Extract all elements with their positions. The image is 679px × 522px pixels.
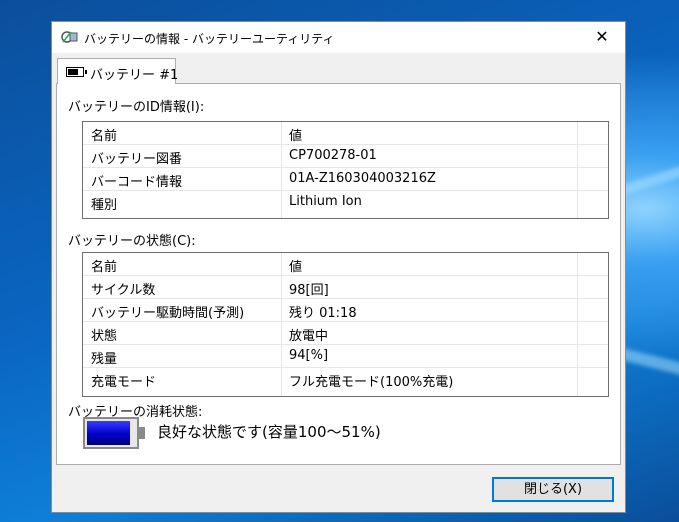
item-value: 残り 01:18 bbox=[289, 306, 357, 321]
item-name: 状態 bbox=[91, 329, 118, 344]
item-value: Lithium Ion bbox=[289, 194, 362, 209]
state-info-list[interactable]: 名前 値 サイクル数 98[回] バッテリー駆動時間(予測) 残り 01:18 … bbox=[82, 252, 609, 397]
item-name: サイクル数 bbox=[91, 283, 156, 298]
battery-info-window: バッテリーの情報 - バッテリーユーティリティ ✕ バッテリー #1 バッテリー… bbox=[51, 21, 626, 513]
list-item[interactable]: バッテリー図番 CP700278-01 bbox=[83, 145, 608, 168]
id-section-label: バッテリーのID情報(I): bbox=[68, 100, 205, 115]
wear-status-text: 良好な状態です(容量100〜51%) bbox=[157, 423, 381, 441]
list-header[interactable]: 名前 値 bbox=[83, 122, 608, 145]
item-name: 残量 bbox=[91, 352, 118, 367]
item-name: バッテリー図番 bbox=[91, 152, 183, 167]
item-value: CP700278-01 bbox=[289, 148, 377, 163]
battery-level-icon bbox=[83, 417, 145, 449]
list-item[interactable]: バッテリー駆動時間(予測) 残り 01:18 bbox=[83, 299, 608, 322]
battery-level-fill bbox=[87, 421, 130, 445]
list-item[interactable]: 状態 放電中 bbox=[83, 322, 608, 345]
item-name: バッテリー駆動時間(予測) bbox=[91, 306, 245, 321]
battery-icon bbox=[66, 67, 87, 77]
tab-panel: バッテリーのID情報(I): 名前 値 バッテリー図番 CP700278-01 … bbox=[56, 83, 621, 465]
item-name: バーコード情報 bbox=[91, 175, 183, 190]
item-name: 種別 bbox=[91, 198, 118, 213]
item-value: 98[回] bbox=[289, 283, 329, 298]
list-item[interactable]: 充電モード フル充電モード(100%充電) bbox=[83, 368, 608, 390]
list-item[interactable]: サイクル数 98[回] bbox=[83, 276, 608, 299]
window-close-button[interactable]: ✕ bbox=[579, 22, 625, 53]
column-header-value: 値 bbox=[289, 129, 303, 144]
item-value: フル充電モード(100%充電) bbox=[289, 375, 454, 390]
close-icon: ✕ bbox=[595, 27, 609, 46]
close-button[interactable]: 閉じる(X) bbox=[492, 477, 614, 502]
battery-level-tip bbox=[139, 427, 145, 439]
battery-utility-icon bbox=[61, 31, 78, 43]
item-name: 充電モード bbox=[91, 375, 157, 390]
item-value: 01A-Z160304003216Z bbox=[289, 171, 436, 186]
column-header-name: 名前 bbox=[91, 129, 118, 144]
column-header-name: 名前 bbox=[91, 260, 118, 275]
list-item[interactable]: 種別 Lithium Ion bbox=[83, 191, 608, 213]
list-item[interactable]: 残量 94[%] bbox=[83, 345, 608, 368]
tab-battery-1[interactable]: バッテリー #1 bbox=[57, 58, 179, 84]
window-title: バッテリーの情報 - バッテリーユーティリティ bbox=[84, 32, 335, 46]
list-item[interactable]: バーコード情報 01A-Z160304003216Z bbox=[83, 168, 608, 191]
item-value: 放電中 bbox=[289, 329, 329, 344]
column-header-value: 値 bbox=[289, 260, 303, 275]
battery-level-body bbox=[83, 417, 139, 449]
state-section-label: バッテリーの状態(C): bbox=[68, 234, 196, 249]
item-value: 94[%] bbox=[289, 348, 329, 363]
list-header[interactable]: 名前 値 bbox=[83, 253, 608, 276]
tab-label: バッテリー #1 bbox=[90, 68, 179, 83]
id-info-list[interactable]: 名前 値 バッテリー図番 CP700278-01 バーコード情報 01A-Z16… bbox=[82, 121, 609, 219]
title-bar[interactable]: バッテリーの情報 - バッテリーユーティリティ ✕ bbox=[52, 22, 625, 53]
